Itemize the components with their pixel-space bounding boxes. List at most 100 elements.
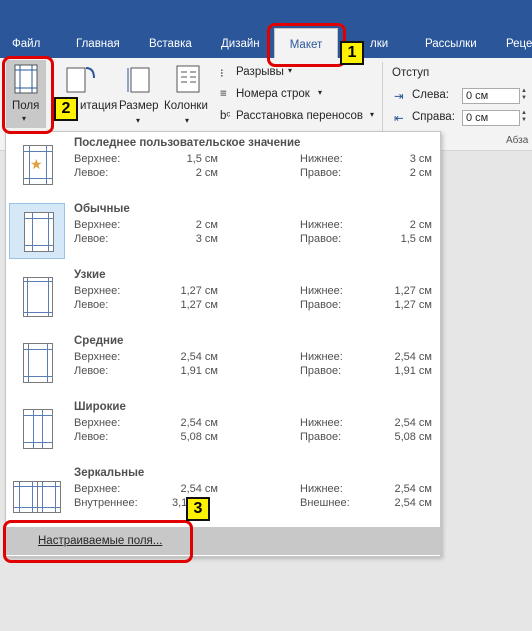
margin-option-name: Последнее пользовательское значение — [74, 137, 301, 149]
top-label: Верхнее: — [74, 483, 121, 495]
left-value: 2 см — [195, 167, 218, 179]
left-label: Левое: — [74, 167, 109, 179]
left-value: 3 см — [195, 233, 218, 245]
indent-left-field[interactable]: 0 см — [462, 88, 520, 104]
tab-home[interactable]: Главная — [76, 38, 120, 50]
size-label[interactable]: Размер — [119, 100, 159, 112]
columns-label[interactable]: Колонки — [164, 100, 208, 112]
tab-insert[interactable]: Вставка — [149, 38, 192, 50]
top-value: 1,27 см — [180, 285, 218, 297]
columns-chevron-icon: ▾ — [185, 116, 190, 125]
right-label: Правое: — [300, 365, 342, 377]
orientation-label[interactable]: итация — [80, 100, 117, 112]
margins-dropdown: ★ Последнее пользовательское значение Ве… — [5, 131, 441, 557]
top-value: 2,54 см — [180, 483, 218, 495]
margin-thumbnail — [9, 467, 65, 523]
indent-right-icon: ⇤ — [394, 113, 404, 125]
tab-file[interactable]: Файл — [12, 38, 40, 50]
indent-header: Отступ — [392, 67, 430, 79]
top-value: 2 см — [195, 219, 218, 231]
page-margins-icon — [23, 277, 53, 317]
hyphenation-chevron-icon: ▾ — [370, 110, 375, 119]
top-label: Верхнее: — [74, 219, 121, 231]
top-label: Верхнее: — [74, 417, 121, 429]
hyphenation-command[interactable]: Расстановка переносов — [236, 110, 363, 122]
margin-option-narrow[interactable]: Узкие Верхнее: 1,27 см Нижнее: 1,27 см Л… — [6, 265, 440, 331]
bottom-value: 2,54 см — [394, 483, 432, 495]
margin-thumbnail — [9, 335, 65, 391]
margin-option-name: Средние — [74, 335, 124, 347]
highlight-layout-tab — [267, 23, 346, 67]
margin-option-wide[interactable]: Широкие Верхнее: 2,54 см Нижнее: 2,54 см… — [6, 397, 440, 463]
page-margins-icon — [24, 212, 54, 252]
tab-references[interactable]: лки — [370, 38, 388, 50]
right-value: 1,91 см — [394, 365, 432, 377]
margin-thumbnail — [9, 269, 65, 325]
right-label: Правое: — [300, 299, 342, 311]
hyphenation-icon: bᶜ — [220, 110, 231, 122]
top-value: 2,54 см — [180, 351, 218, 363]
margin-option-normal[interactable]: Обычные Верхнее: 2 см Нижнее: 2 см Левое… — [6, 199, 440, 265]
margin-thumbnail — [9, 203, 65, 259]
bottom-label: Нижнее: — [300, 417, 343, 429]
right-value: 5,08 см — [394, 431, 432, 443]
margin-option-name: Зеркальные — [74, 467, 145, 479]
margin-thumbnail — [9, 401, 65, 457]
indent-left-spinner-icon[interactable]: ▲ ▼ — [518, 88, 530, 104]
mirrored-pages-icon — [13, 481, 61, 513]
outside-label: Внешнее: — [300, 497, 350, 509]
step-badge-1: 1 — [340, 41, 364, 65]
right-value: 1,27 см — [394, 299, 432, 311]
right-value: 1,5 см — [400, 233, 432, 245]
left-value: 5,08 см — [180, 431, 218, 443]
top-label: Верхнее: — [74, 351, 121, 363]
bottom-value: 2 см — [409, 219, 432, 231]
page-margins-icon — [23, 343, 53, 383]
group-divider — [382, 62, 383, 142]
bottom-label: Нижнее: — [300, 351, 343, 363]
columns-icon — [176, 65, 200, 93]
step-badge-2: 2 — [54, 97, 78, 121]
line-numbers-command[interactable]: Номера строк — [236, 88, 310, 100]
tab-design[interactable]: Дизайн — [221, 38, 260, 50]
bottom-label: Нижнее: — [300, 285, 343, 297]
indent-right-label: Справа: — [412, 111, 455, 123]
right-label: Правое: — [300, 431, 342, 443]
orientation-icon — [66, 67, 95, 93]
right-value: 2 см — [409, 167, 432, 179]
top-label: Верхнее: — [74, 285, 121, 297]
highlight-custom-margins — [3, 520, 193, 563]
top-value: 2,54 см — [180, 417, 218, 429]
indent-right-spinner-icon[interactable]: ▲ ▼ — [518, 110, 530, 126]
bottom-value: 1,27 см — [394, 285, 432, 297]
page-margins-icon — [23, 409, 53, 449]
highlight-margins-button — [2, 56, 54, 134]
margin-option-name: Широкие — [74, 401, 126, 413]
top-value: 1,5 см — [186, 153, 218, 165]
left-value: 1,27 см — [180, 299, 218, 311]
margin-option-moderate[interactable]: Средние Верхнее: 2,54 см Нижнее: 2,54 см… — [6, 331, 440, 397]
tab-mailings[interactable]: Рассылки — [425, 38, 477, 50]
breaks-icon: ⁝ — [220, 68, 224, 80]
bottom-value: 3 см — [409, 153, 432, 165]
paragraph-group-label: Абза — [506, 135, 529, 146]
tab-review[interactable]: Реце — [506, 38, 532, 50]
indent-left-label: Слева: — [412, 89, 449, 101]
margin-option-name: Узкие — [74, 269, 106, 281]
left-label: Левое: — [74, 431, 109, 443]
line-numbers-chevron-icon: ▾ — [318, 88, 323, 97]
right-label: Правое: — [300, 233, 342, 245]
left-label: Левое: — [74, 299, 109, 311]
indent-left-icon: ⇥ — [394, 91, 404, 103]
line-numbers-icon: ≡ — [220, 88, 227, 100]
margin-thumbnail: ★ — [9, 137, 65, 193]
breaks-command[interactable]: Разрывы — [236, 66, 284, 78]
breaks-chevron-icon: ▾ — [288, 66, 293, 75]
top-label: Верхнее: — [74, 153, 121, 165]
size-chevron-icon: ▾ — [136, 116, 141, 125]
indent-right-field[interactable]: 0 см — [462, 110, 520, 126]
margin-option-name: Обычные — [74, 203, 130, 215]
margin-option-last-custom[interactable]: ★ Последнее пользовательское значение Ве… — [6, 133, 440, 199]
size-icon — [127, 67, 150, 93]
step-badge-3: 3 — [186, 497, 210, 521]
